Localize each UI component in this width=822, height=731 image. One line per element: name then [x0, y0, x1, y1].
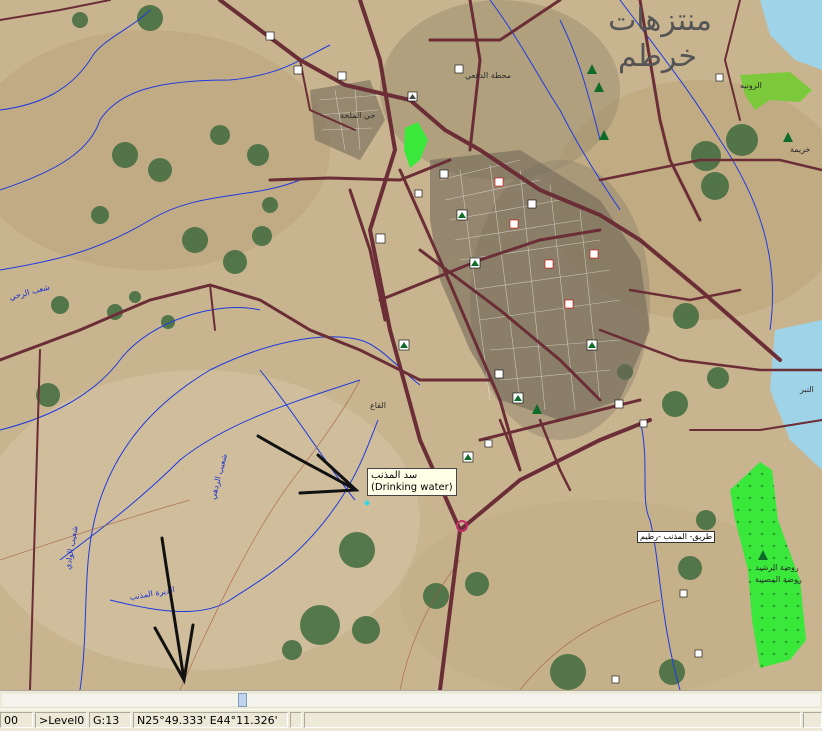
school-icon[interactable]: [456, 209, 468, 221]
map-canvas[interactable]: منتزهات خرطم الرونيه خريمة روضة الرشيد ر…: [0, 0, 822, 690]
school-icon[interactable]: [469, 257, 481, 269]
map-title-line2: خرطم: [618, 39, 697, 74]
school-icon[interactable]: [454, 64, 464, 74]
school-icon[interactable]: [462, 451, 474, 463]
shop-icon[interactable]: [414, 189, 423, 198]
shop-icon[interactable]: [484, 439, 493, 448]
hospital-icon[interactable]: [589, 249, 599, 259]
place-label[interactable]: الرونيه: [740, 81, 762, 90]
poi-tooltip-name: سد المذنب: [371, 470, 418, 481]
place-label[interactable]: روضة الرشيد: [755, 563, 799, 572]
shop-icon[interactable]: [611, 675, 620, 684]
hospital-icon[interactable]: [494, 177, 504, 187]
status-grid: G:13: [89, 712, 131, 728]
school-icon[interactable]: [375, 233, 386, 244]
scrollbar-thumb[interactable]: [238, 693, 247, 707]
place-label[interactable]: محطة الدفعي: [465, 71, 511, 80]
place-label[interactable]: القاع: [370, 401, 386, 410]
school-icon[interactable]: [293, 65, 303, 75]
status-cell: 00: [0, 712, 33, 728]
fuel-icon[interactable]: [494, 369, 504, 379]
hospital-icon[interactable]: [564, 299, 574, 309]
school-icon[interactable]: [586, 339, 598, 351]
drinking-water-poi[interactable]: [364, 500, 370, 506]
status-cell-empty: [304, 712, 801, 728]
map-view[interactable]: منتزهات خرطم الرونيه خريمة روضة الرشيد ر…: [0, 0, 822, 690]
poi-tooltip-category: (Drinking water): [371, 482, 453, 493]
hospital-icon[interactable]: [544, 259, 554, 269]
mosque-icon[interactable]: [407, 91, 418, 102]
scrollbar-track[interactable]: [2, 694, 820, 706]
school-icon[interactable]: [398, 339, 410, 351]
place-label[interactable]: النبر: [799, 385, 814, 394]
status-bar: 00 >Level0 G:13 N25°49.333' E44°11.326': [0, 709, 822, 731]
status-cell-empty: [290, 712, 302, 728]
shop-icon[interactable]: [639, 419, 648, 428]
status-level: >Level0: [35, 712, 87, 728]
fuel-icon[interactable]: [614, 399, 624, 409]
hospital-icon[interactable]: [509, 219, 519, 229]
fuel-icon[interactable]: [439, 169, 449, 179]
horizontal-scrollbar[interactable]: [0, 690, 822, 709]
school-icon[interactable]: [337, 71, 347, 81]
place-label[interactable]: خريمة: [790, 145, 811, 154]
shop-icon[interactable]: [715, 73, 724, 82]
school-icon[interactable]: [512, 392, 524, 404]
poi-tooltip: سد المذنب (Drinking water): [367, 468, 457, 496]
map-title-line1: منتزهات: [608, 3, 712, 38]
status-cell-empty: [803, 712, 822, 728]
place-label[interactable]: حي الملحة: [340, 111, 376, 120]
road-label[interactable]: طريق- المذنب -رطيم: [637, 531, 716, 543]
place-label[interactable]: روضة المصيبة: [755, 575, 802, 584]
shop-icon[interactable]: [679, 589, 688, 598]
school-icon[interactable]: [265, 31, 275, 41]
shop-icon[interactable]: [694, 649, 703, 658]
status-coordinates: N25°49.333' E44°11.326': [133, 712, 288, 728]
fuel-icon[interactable]: [527, 199, 537, 209]
